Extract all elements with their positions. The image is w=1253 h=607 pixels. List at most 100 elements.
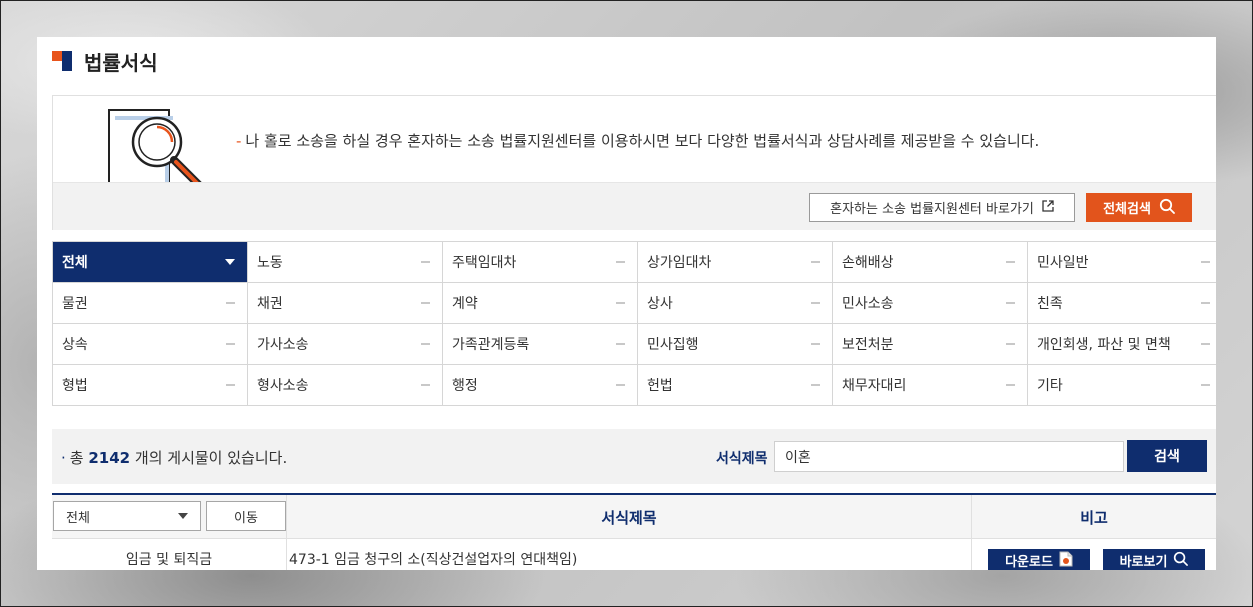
category-item[interactable]: 상속 xyxy=(53,324,248,365)
dash-icon xyxy=(1201,302,1210,304)
category-label: 기타 xyxy=(1037,378,1063,394)
category-item[interactable]: 보전처분 xyxy=(833,324,1028,365)
legal-center-link-label: 혼자하는 소송 법률지원센터 바로가기 xyxy=(830,202,1034,217)
category-label: 상가임대차 xyxy=(647,255,712,271)
category-item[interactable]: 노동 xyxy=(248,242,443,283)
category-label: 채권 xyxy=(257,296,283,312)
column-header-note: 비고 xyxy=(1080,508,1108,527)
category-item[interactable]: 가족관계등록 xyxy=(443,324,638,365)
dash-icon xyxy=(1006,261,1015,263)
dash-icon xyxy=(616,261,625,263)
search-icon xyxy=(1173,551,1189,570)
category-item[interactable]: 주택임대차 xyxy=(443,242,638,283)
category-label: 헌법 xyxy=(647,378,673,394)
table-header: 전체 이동 서식제목 비고 xyxy=(52,495,1216,539)
category-label: 가사소송 xyxy=(257,337,309,353)
dash-icon xyxy=(421,302,430,304)
category-label: 물권 xyxy=(62,296,88,312)
search-all-label: 전체검색 xyxy=(1103,202,1151,217)
category-item[interactable]: 헌법 xyxy=(638,365,833,406)
search-icon xyxy=(1159,198,1175,218)
category-label: 보전처분 xyxy=(842,337,894,353)
search-field-label: 서식제목 xyxy=(716,451,768,467)
dash-icon xyxy=(616,384,625,386)
category-item[interactable]: 민사소송 xyxy=(833,283,1028,324)
category-item-all[interactable]: 전체 xyxy=(53,242,248,283)
category-label: 상사 xyxy=(647,296,673,312)
hwp-file-icon xyxy=(1059,551,1073,571)
category-label: 손해배상 xyxy=(842,255,894,271)
category-label: 행정 xyxy=(452,378,478,394)
category-label: 민사소송 xyxy=(842,296,894,312)
dash-icon xyxy=(1201,261,1210,263)
category-label: 형사소송 xyxy=(257,378,309,394)
category-label: 민사일반 xyxy=(1037,255,1089,271)
download-label: 다운로드 xyxy=(1005,555,1053,570)
category-grid: 전체 노동 주택임대차 상가임대차 손해배상 민사일반 물권 채권 계약 상사 … xyxy=(52,241,1216,406)
category-label: 계약 xyxy=(452,296,478,312)
category-label: 친족 xyxy=(1037,296,1063,312)
legal-center-link-button[interactable]: 혼자하는 소송 법률지원센터 바로가기 xyxy=(809,193,1075,222)
view-label: 바로보기 xyxy=(1119,555,1168,570)
dash-icon xyxy=(1006,302,1015,304)
dash-icon xyxy=(811,343,820,345)
row-category: 임금 및 퇴직금 xyxy=(125,552,213,568)
column-header-title: 서식제목 xyxy=(601,508,657,527)
category-item[interactable]: 손해배상 xyxy=(833,242,1028,283)
dash-icon xyxy=(1006,384,1015,386)
dash-icon xyxy=(1006,343,1015,345)
category-item[interactable]: 친족 xyxy=(1028,283,1216,324)
category-item[interactable]: 행정 xyxy=(443,365,638,406)
main-panel: 법률서식 -나 홀로 소송을 하실 경우 혼자하는 소송 법률지원센터를 이용하… xyxy=(37,37,1216,570)
dash-icon xyxy=(811,261,820,263)
category-select-value: 전체 xyxy=(66,510,90,526)
category-label: 가족관계등록 xyxy=(452,337,530,353)
category-label: 민사집행 xyxy=(647,337,699,353)
category-label: 형법 xyxy=(62,378,88,394)
chevron-down-icon xyxy=(178,513,188,519)
move-button[interactable]: 이동 xyxy=(206,501,286,531)
dash-icon xyxy=(226,343,235,345)
category-item[interactable]: 개인회생, 파산 및 면책 xyxy=(1028,324,1216,365)
dash-icon xyxy=(226,384,235,386)
dash-icon xyxy=(811,384,820,386)
info-box: -나 홀로 소송을 하실 경우 혼자하는 소송 법률지원센터를 이용하시면 보다… xyxy=(52,95,1216,230)
category-item[interactable]: 상사 xyxy=(638,283,833,324)
dash-icon xyxy=(1201,384,1210,386)
category-label: 상속 xyxy=(62,337,88,353)
category-item[interactable]: 채권 xyxy=(248,283,443,324)
category-item[interactable]: 상가임대차 xyxy=(638,242,833,283)
category-item[interactable]: 민사집행 xyxy=(638,324,833,365)
category-label: 노동 xyxy=(257,255,283,271)
category-item[interactable]: 물권 xyxy=(53,283,248,324)
dash-icon xyxy=(421,343,430,345)
search-button[interactable]: 검색 xyxy=(1127,440,1207,472)
forms-table: 전체 이동 서식제목 비고 임금 및 퇴직금 473-1 임금 청구의 소(직상… xyxy=(52,493,1216,570)
page-title-text: 법률서식 xyxy=(84,50,158,75)
category-item[interactable]: 형사소송 xyxy=(248,365,443,406)
title-mark-icon xyxy=(52,51,72,71)
category-item[interactable]: 계약 xyxy=(443,283,638,324)
category-item[interactable]: 기타 xyxy=(1028,365,1216,406)
category-label: 채무자대리 xyxy=(842,378,907,394)
document-magnifier-icon xyxy=(105,108,205,182)
download-button[interactable]: 다운로드 xyxy=(988,549,1090,570)
category-item[interactable]: 민사일반 xyxy=(1028,242,1216,283)
dash-icon xyxy=(1201,343,1210,345)
category-label: 주택임대차 xyxy=(452,255,517,271)
search-all-button[interactable]: 전체검색 xyxy=(1086,193,1192,222)
dash-icon xyxy=(616,302,625,304)
category-label: 개인회생, 파산 및 면책 xyxy=(1037,337,1171,353)
category-item[interactable]: 가사소송 xyxy=(248,324,443,365)
caret-down-icon xyxy=(225,259,235,265)
view-button[interactable]: 바로보기 xyxy=(1103,549,1205,570)
dash-icon xyxy=(421,384,430,386)
search-input[interactable] xyxy=(774,441,1124,472)
category-label: 전체 xyxy=(62,255,88,271)
category-item[interactable]: 채무자대리 xyxy=(833,365,1028,406)
info-text: -나 홀로 소송을 하실 경우 혼자하는 소송 법률지원센터를 이용하시면 보다… xyxy=(236,132,1040,150)
category-select[interactable]: 전체 xyxy=(53,501,201,531)
dash-icon xyxy=(226,302,235,304)
category-item[interactable]: 형법 xyxy=(53,365,248,406)
row-title-link[interactable]: 473-1 임금 청구의 소(직상건설업자의 연대책임) xyxy=(289,539,577,570)
